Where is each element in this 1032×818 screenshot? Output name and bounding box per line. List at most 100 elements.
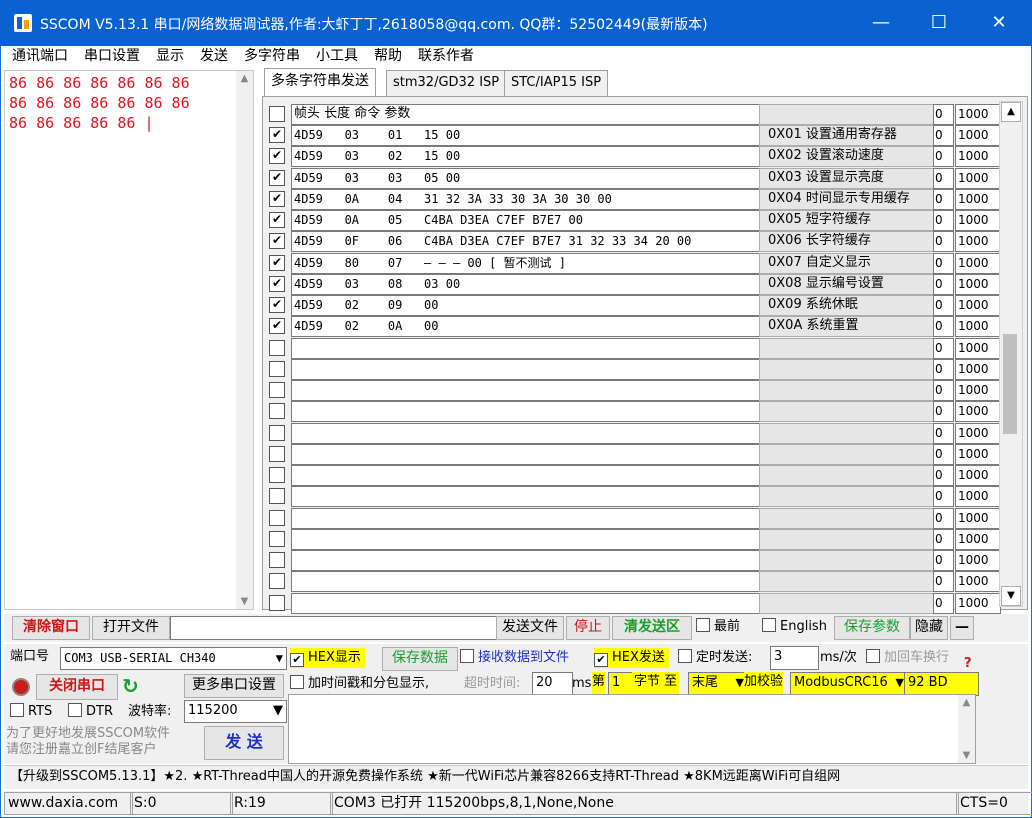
send-row-button[interactable] — [759, 529, 941, 550]
byte-end-select[interactable]: 末尾 ▼ — [688, 672, 747, 696]
send-row-button[interactable] — [759, 486, 941, 507]
command-input[interactable]: 4D59 03 03 05 00 — [291, 168, 761, 189]
help-icon[interactable]: ? — [964, 656, 972, 671]
timestamp-checkbox[interactable]: 加时间戳和分包显示, — [290, 674, 429, 694]
row-order-input[interactable]: 0 — [933, 274, 954, 295]
send-row-button[interactable] — [759, 593, 941, 614]
send-row-button[interactable] — [759, 338, 941, 359]
checksum-select[interactable]: ModbusCRC16 ▼ — [790, 672, 907, 696]
more-settings-button[interactable]: 更多串口设置 — [184, 674, 284, 698]
timed-interval-input[interactable]: 3 — [770, 646, 819, 670]
command-input[interactable]: 4D59 0A 04 31 32 3A 33 30 3A 30 30 00 — [291, 189, 761, 210]
send-scrollbar[interactable]: ▲ ▼ — [958, 695, 975, 763]
command-input[interactable] — [291, 444, 761, 465]
command-input[interactable]: 4D59 03 01 15 00 — [291, 125, 761, 146]
row-checkbox[interactable] — [269, 595, 285, 611]
command-input[interactable] — [291, 508, 761, 529]
send-row-button[interactable] — [759, 380, 941, 401]
send-row-button[interactable] — [759, 359, 941, 380]
row-checkbox[interactable] — [269, 531, 285, 547]
row-checkbox[interactable] — [269, 446, 285, 462]
row-order-input[interactable]: 0 — [933, 338, 954, 359]
send-button[interactable]: 发 送 — [204, 726, 284, 760]
hex-send-checkbox[interactable]: ✔ HEX发送 — [594, 648, 669, 668]
row-delay-input[interactable]: 1000 — [955, 401, 1001, 422]
row-delay-input[interactable]: 1000 — [955, 316, 1001, 337]
scroll-down-icon[interactable]: ▼ — [236, 596, 253, 607]
row-order-input[interactable]: 0 — [933, 231, 954, 252]
ad-ticker[interactable]: 【升级到SSCOM5.13.1】★2. ★RT-Thread中国人的开源免费操作… — [4, 765, 1028, 789]
row-order-input[interactable]: 0 — [933, 210, 954, 231]
send-row-button[interactable]: 0X03 设置显示亮度 — [759, 168, 941, 189]
row-checkbox[interactable]: ✔ — [269, 127, 285, 143]
row-delay-input[interactable]: 1000 — [955, 593, 1001, 614]
send-row-button[interactable] — [759, 444, 941, 465]
row-order-input[interactable]: 0 — [933, 550, 954, 571]
row-checkbox[interactable]: ✔ — [269, 191, 285, 207]
row-delay-input[interactable]: 1000 — [955, 380, 1001, 401]
scroll-down-icon[interactable]: ▼ — [958, 750, 975, 761]
add-crlf-checkbox[interactable]: 加回车换行 — [866, 648, 949, 668]
command-input[interactable]: 4D59 80 07 — — — 00 [ 暂不测试 ] — [291, 253, 761, 274]
rts-checkbox[interactable]: RTS — [10, 702, 52, 722]
row-delay-input[interactable]: 1000 — [955, 146, 1001, 167]
chevron-down-icon[interactable]: ▼ — [273, 701, 283, 721]
scroll-thumb[interactable] — [1003, 334, 1017, 434]
row-checkbox[interactable]: ✔ — [269, 233, 285, 249]
command-input[interactable] — [291, 593, 761, 614]
minimize-button[interactable]: — — [858, 0, 904, 46]
row-checkbox[interactable] — [269, 467, 285, 483]
header-delay-b[interactable]: 1000 — [955, 104, 1001, 125]
send-file-button[interactable]: 发送文件 — [496, 616, 564, 640]
send-row-button[interactable] — [759, 550, 941, 571]
command-input[interactable]: 4D59 02 09 00 — [291, 295, 761, 316]
row-checkbox[interactable] — [269, 510, 285, 526]
port-select[interactable]: COM3 USB-SERIAL CH340 ▼ — [60, 647, 287, 670]
row-delay-input[interactable]: 1000 — [955, 529, 1001, 550]
row-order-input[interactable]: 0 — [933, 253, 954, 274]
send-row-button[interactable]: 0X06 长字符缓存 — [759, 231, 941, 252]
row-order-input[interactable]: 0 — [933, 401, 954, 422]
row-checkbox[interactable]: ✔ — [269, 148, 285, 164]
send-row-button[interactable] — [759, 571, 941, 592]
chevron-down-icon[interactable]: ▼ — [896, 673, 904, 693]
checkbox-box[interactable]: ✔ — [594, 653, 608, 667]
row-delay-input[interactable]: 1000 — [955, 210, 1001, 231]
send-row-button[interactable] — [759, 508, 941, 529]
promo-text[interactable]: 为了更好地发展SSCOM软件 请您注册嘉立创F结尾客户 — [6, 726, 170, 758]
row-delay-input[interactable]: 1000 — [955, 231, 1001, 252]
file-path-input[interactable] — [170, 616, 499, 640]
timeout-input[interactable]: 20 — [532, 672, 573, 696]
row-delay-input[interactable]: 1000 — [955, 571, 1001, 592]
row-checkbox[interactable]: ✔ — [269, 255, 285, 271]
chevron-down-icon[interactable]: ▼ — [736, 673, 744, 693]
row-delay-input[interactable]: 1000 — [955, 295, 1001, 316]
menu-send[interactable]: 发送 — [192, 46, 236, 66]
row-order-input[interactable]: 0 — [933, 359, 954, 380]
row-checkbox[interactable] — [269, 488, 285, 504]
row-order-input[interactable]: 0 — [933, 146, 954, 167]
row-delay-input[interactable]: 1000 — [955, 550, 1001, 571]
topmost-checkbox[interactable]: 最前 — [696, 617, 740, 637]
receive-scrollbar[interactable]: ▲ ▼ — [236, 71, 253, 609]
dtr-checkbox[interactable]: DTR — [68, 702, 113, 722]
close-port-button[interactable]: 关闭串口 — [36, 674, 118, 700]
send-row-button[interactable]: 0X08 显示编号设置 — [759, 274, 941, 295]
row-order-input[interactable]: 0 — [933, 316, 954, 337]
tab-stc-isp[interactable]: STC/IAP15 ISP — [504, 70, 609, 97]
checkbox-box[interactable] — [290, 675, 304, 689]
send-row-button[interactable]: 0X09 系统休眠 — [759, 295, 941, 316]
command-input[interactable] — [291, 423, 761, 444]
row-order-input[interactable]: 0 — [933, 189, 954, 210]
close-button[interactable]: ✕ — [976, 0, 1022, 46]
collapse-button[interactable]: — — [950, 616, 974, 640]
clear-window-button[interactable]: 清除窗口 — [12, 616, 90, 640]
scroll-up-icon[interactable]: ▲ — [1001, 102, 1021, 122]
chevron-down-icon[interactable]: ▼ — [276, 648, 283, 668]
command-input[interactable]: 4D59 0F 06 C4BA D3EA C7EF B7E7 31 32 33 … — [291, 231, 761, 252]
command-input[interactable] — [291, 338, 761, 359]
send-row-button[interactable]: 0X07 自定义显示 — [759, 253, 941, 274]
header-checkbox[interactable] — [269, 106, 285, 122]
row-checkbox[interactable]: ✔ — [269, 297, 285, 313]
command-input[interactable] — [291, 359, 761, 380]
